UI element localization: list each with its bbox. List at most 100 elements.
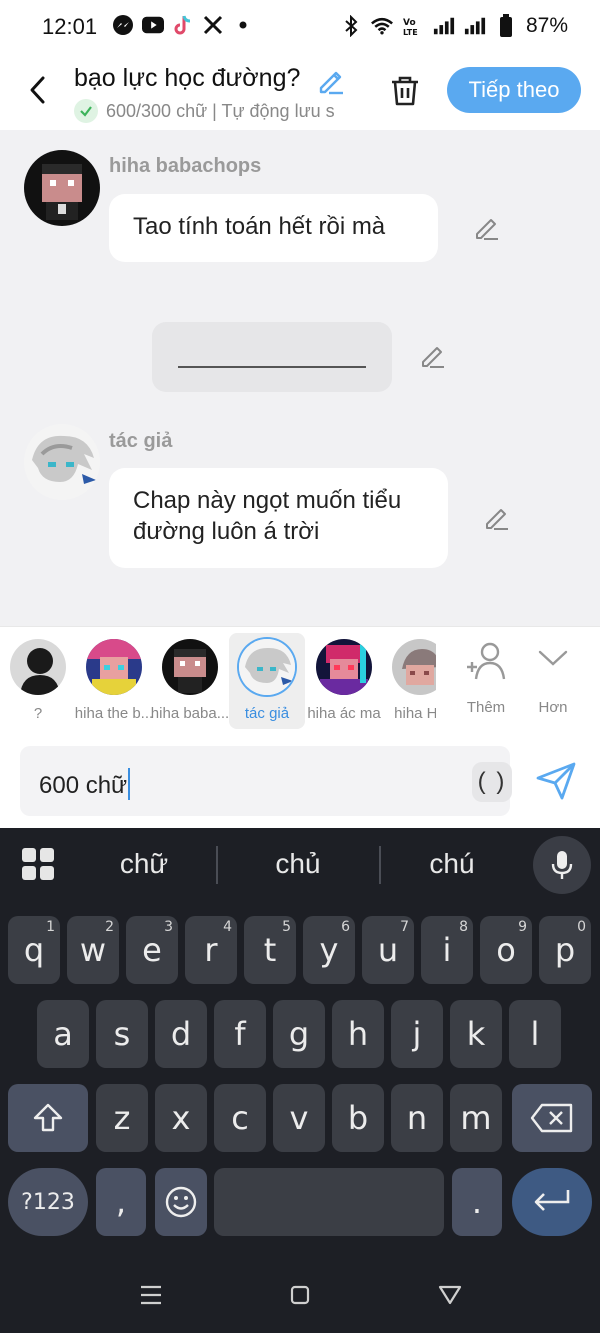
notification-icons (112, 14, 254, 36)
triangle-down-icon (438, 1285, 462, 1305)
letter-key[interactable]: r4 (185, 916, 237, 984)
chevron-left-icon (30, 76, 45, 104)
message-input-value[interactable]: 600 chữ (39, 768, 131, 800)
letter-key[interactable]: q1 (8, 916, 60, 984)
send-icon (536, 762, 576, 800)
letter-key[interactable]: k (450, 1000, 502, 1068)
letter-key[interactable]: d (155, 1000, 207, 1068)
edit-narration-button[interactable] (419, 342, 447, 370)
pencil-icon (486, 509, 508, 530)
key-hint: 9 (518, 919, 527, 935)
character-label: tác giả (244, 705, 290, 722)
recent-apps-button[interactable] (136, 1280, 166, 1310)
edit-message-button[interactable] (483, 504, 511, 532)
letter-key[interactable]: m (450, 1084, 502, 1152)
editor-header: bạo lực học đường? 600/300 chữ | Tự động… (0, 54, 600, 130)
key-letter: r (204, 931, 218, 969)
letter-key[interactable]: s (96, 1000, 148, 1068)
message-author: tác giả (109, 430, 173, 452)
message-input[interactable]: 600 chữ ( ) (20, 746, 512, 816)
menu-icon (141, 1285, 161, 1305)
svg-text:LTE: LTE (403, 28, 418, 37)
insert-parentheses-button[interactable]: ( ) (472, 762, 512, 802)
letter-key[interactable]: y6 (303, 916, 355, 984)
letter-key[interactable]: p0 (539, 916, 591, 984)
emoji-key[interactable] (155, 1168, 207, 1236)
message-bubble[interactable]: Chap này ngọt muốn tiểu đường luôn á trờ… (109, 468, 448, 568)
key-letter: p (554, 931, 576, 969)
symbols-key[interactable]: ?123 (8, 1168, 88, 1236)
suggestion[interactable]: chủ (238, 848, 358, 880)
letter-key[interactable]: n (391, 1084, 443, 1152)
back-nav-button[interactable] (435, 1280, 465, 1310)
character-item[interactable]: hiha ác ma (306, 633, 382, 729)
back-button[interactable] (20, 70, 54, 110)
character-item[interactable]: hiha baba... (150, 633, 230, 729)
letter-key[interactable]: j (391, 1000, 443, 1068)
home-button[interactable] (285, 1280, 315, 1310)
character-item[interactable]: hiha the b... (74, 633, 154, 729)
letter-key[interactable]: i8 (421, 916, 473, 984)
wifi-icon (371, 15, 393, 37)
chat-area[interactable]: hiha babachops Tao tính toán hết rồi mà … (0, 130, 600, 626)
more-characters-label: Hơn (538, 699, 568, 716)
letter-key[interactable]: w2 (67, 916, 119, 984)
key-letter: t (263, 931, 277, 969)
add-character-button[interactable]: Thêm (456, 641, 516, 725)
key-hint: 1 (46, 919, 55, 935)
story-title[interactable]: bạo lực học đường? (74, 64, 300, 93)
edit-title-button[interactable] (316, 66, 346, 96)
letter-key[interactable]: a (37, 1000, 89, 1068)
emoji-icon (165, 1186, 197, 1218)
backspace-key[interactable] (512, 1084, 592, 1152)
chevron-down-icon (538, 650, 568, 666)
suggestion[interactable]: chú (392, 848, 512, 880)
narration-placeholder-line (178, 366, 366, 368)
more-characters-button[interactable]: Hơn (523, 641, 583, 725)
suggestion[interactable]: chữ (84, 848, 204, 880)
character-label: ? (33, 705, 43, 722)
letter-key[interactable]: v (273, 1084, 325, 1152)
add-character-label: Thêm (466, 699, 506, 716)
keyboard: chữ chủ chú ?123 , . q1w2e3r4t5y6u7i8o9 (0, 828, 600, 1333)
narration-block[interactable] (152, 322, 392, 392)
letter-key[interactable]: l (509, 1000, 561, 1068)
next-button[interactable]: Tiếp theo (447, 67, 581, 113)
character-item[interactable]: hiha He (382, 633, 436, 729)
signal-icon (433, 15, 455, 37)
letter-key[interactable]: t5 (244, 916, 296, 984)
voice-input-button[interactable] (533, 836, 591, 894)
period-key[interactable]: . (452, 1168, 502, 1236)
character-label: hiha the b... (74, 705, 154, 722)
letter-key[interactable]: b (332, 1084, 384, 1152)
character-item[interactable]: tác giả (229, 633, 305, 729)
letter-key[interactable]: o9 (480, 916, 532, 984)
key-letter: o (496, 931, 516, 969)
letter-key[interactable]: g (273, 1000, 325, 1068)
shift-key[interactable] (8, 1084, 88, 1152)
send-button[interactable] (534, 760, 578, 802)
system-icons: Vo LTE 87% (340, 14, 568, 38)
key-letter: q (23, 931, 45, 969)
message-bubble[interactable]: Tao tính toán hết rồi mà (109, 194, 438, 262)
letter-key[interactable]: e3 (126, 916, 178, 984)
key-letter: i (442, 931, 452, 969)
letter-key[interactable]: h (332, 1000, 384, 1068)
letter-key[interactable]: x (155, 1084, 207, 1152)
edit-message-button[interactable] (473, 214, 501, 242)
enter-key[interactable] (512, 1168, 592, 1236)
battery-icon (495, 14, 517, 37)
home-square-icon (290, 1285, 310, 1305)
letter-key[interactable]: u7 (362, 916, 414, 984)
letter-key[interactable]: f (214, 1000, 266, 1068)
letter-key[interactable]: z (96, 1084, 148, 1152)
apps-grid-icon[interactable] (22, 848, 54, 880)
delete-button[interactable] (384, 70, 426, 112)
suggestion-divider (216, 846, 218, 884)
character-label: hiha baba... (150, 705, 230, 722)
space-key[interactable] (214, 1168, 444, 1236)
signal-icon (464, 15, 486, 37)
letter-key[interactable]: c (214, 1084, 266, 1152)
character-item[interactable]: ? (0, 633, 76, 729)
comma-key[interactable]: , (96, 1168, 146, 1236)
